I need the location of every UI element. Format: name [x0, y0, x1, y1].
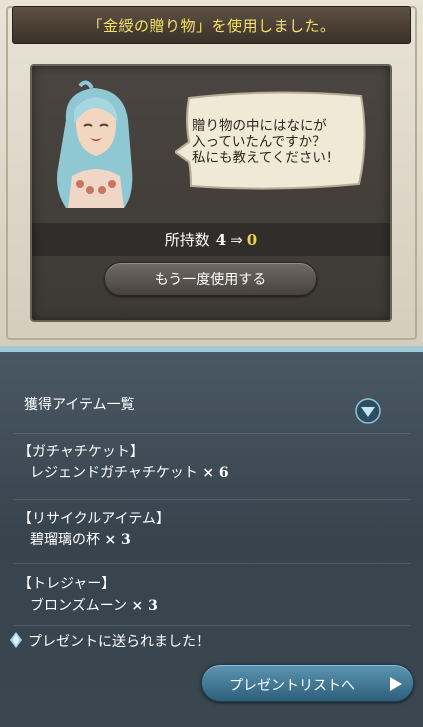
reward-item: レジェンドガチャチケット × 6 — [30, 462, 229, 482]
reward-item-name: ブロンズムーン — [30, 598, 128, 614]
dialog-header: 「金綬の贈り物」を使用しました。 — [12, 6, 411, 44]
reward-item-qty: × 6 — [202, 465, 229, 481]
item-count: 所持数 4 ⇒ 0 — [32, 223, 390, 256]
sent-notice: プレゼントに送られました！ — [28, 634, 210, 650]
count-arrow: ⇒ — [230, 230, 243, 249]
dialog-title: 「金綬の贈り物」を使用しました。 — [87, 16, 336, 35]
reward-item: ブロンズムーン × 3 — [30, 595, 158, 615]
speech-bubble: 贈り物の中にはなにが 入っていたんですか？ 私にも教えてください！ — [175, 84, 371, 196]
use-item-dialog: 「金綬の贈り物」を使用しました。 贈り物の中にはなにが 入っていたんですか？ 私… — [0, 0, 423, 352]
reward-item-qty: × 3 — [104, 532, 131, 548]
present-list-label: プレゼントリストへ — [229, 678, 355, 694]
divider — [14, 433, 410, 434]
use-again-button[interactable]: もう一度使用する — [104, 262, 317, 296]
reward-category-name: 【ガチャチケット】 — [18, 444, 144, 460]
divider — [14, 563, 410, 564]
reward-item: 碧瑠璃の杯 × 3 — [30, 529, 131, 549]
reward-category-name: 【リサイクルアイテム】 — [18, 511, 170, 527]
reward-item-name: レジェンドガチャチケット — [30, 465, 198, 481]
rewards-section-title: 獲得アイテム一覧 — [24, 397, 135, 413]
reward-item-qty: × 3 — [131, 598, 158, 614]
play-arrow-icon — [390, 677, 402, 691]
character-portrait — [57, 80, 133, 208]
divider — [14, 499, 410, 500]
reward-category-name: 【トレジャー】 — [18, 576, 116, 592]
count-label: 所持数 — [164, 231, 210, 249]
divider — [14, 625, 410, 626]
diamond-icon — [10, 632, 22, 648]
collapse-toggle-icon[interactable] — [354, 398, 382, 424]
present-list-button[interactable]: プレゼントリストへ — [201, 664, 414, 702]
count-before: 4 — [215, 230, 227, 249]
speech-text: 贈り物の中にはなにが 入っていたんですか？ 私にも教えてください！ — [192, 118, 340, 166]
count-after: 0 — [246, 230, 258, 249]
reward-item-name: 碧瑠璃の杯 — [30, 532, 100, 548]
